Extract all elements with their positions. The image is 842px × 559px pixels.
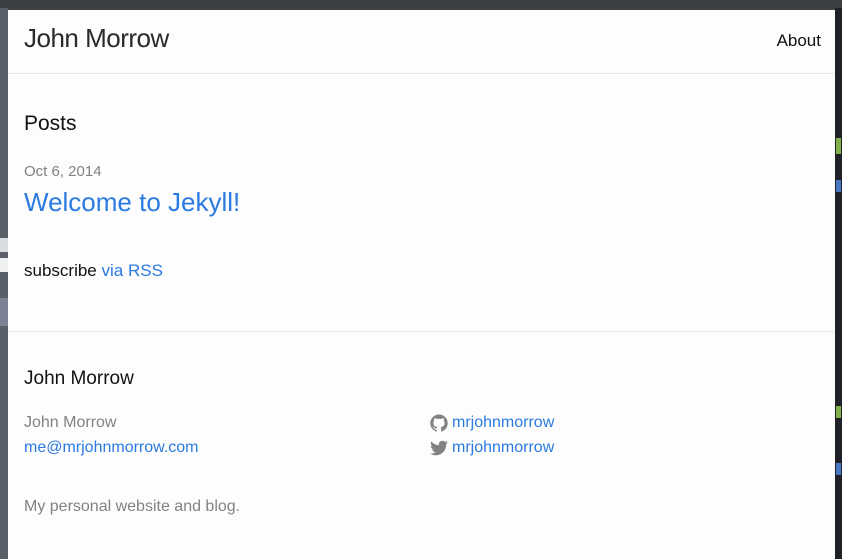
site-description: My personal website and blog.: [24, 498, 241, 515]
twitter-item: mrjohnmorrow: [430, 439, 554, 457]
footer-author-name: John Morrow: [24, 414, 117, 431]
posts-heading: Posts: [24, 112, 77, 135]
github-username-link[interactable]: mrjohnmorrow: [452, 414, 554, 432]
nav-about-link[interactable]: About: [777, 31, 821, 51]
post-title-link[interactable]: Welcome to Jekyll!: [24, 187, 240, 218]
background-strip: [836, 138, 841, 154]
subscribe-label: subscribe: [24, 261, 97, 280]
github-item: mrjohnmorrow: [430, 414, 554, 432]
site-header: John Morrow About: [8, 10, 835, 74]
site-footer: John Morrow John Morrow me@mrjohnmorrow.…: [8, 332, 835, 559]
background-strip: [836, 406, 841, 418]
footer-email-link[interactable]: me@mrjohnmorrow.com: [24, 439, 199, 457]
browser-window: John Morrow About Posts Oct 6, 2014 Welc…: [8, 8, 835, 559]
background-editor-right: [835, 8, 842, 559]
background-window-edge: [0, 0, 842, 8]
page-content: Posts Oct 6, 2014 Welcome to Jekyll! sub…: [8, 74, 835, 332]
rss-link[interactable]: via RSS: [102, 261, 163, 280]
footer-heading: John Morrow: [24, 368, 134, 389]
twitter-username-link[interactable]: mrjohnmorrow: [452, 439, 554, 457]
subscribe-line: subscribe via RSS: [24, 261, 163, 281]
site-title-link[interactable]: John Morrow: [24, 23, 169, 54]
background-strip: [836, 180, 841, 192]
post-date: Oct 6, 2014: [24, 163, 102, 180]
background-strip: [836, 463, 841, 475]
twitter-icon: [430, 439, 448, 457]
github-icon: [430, 414, 448, 432]
